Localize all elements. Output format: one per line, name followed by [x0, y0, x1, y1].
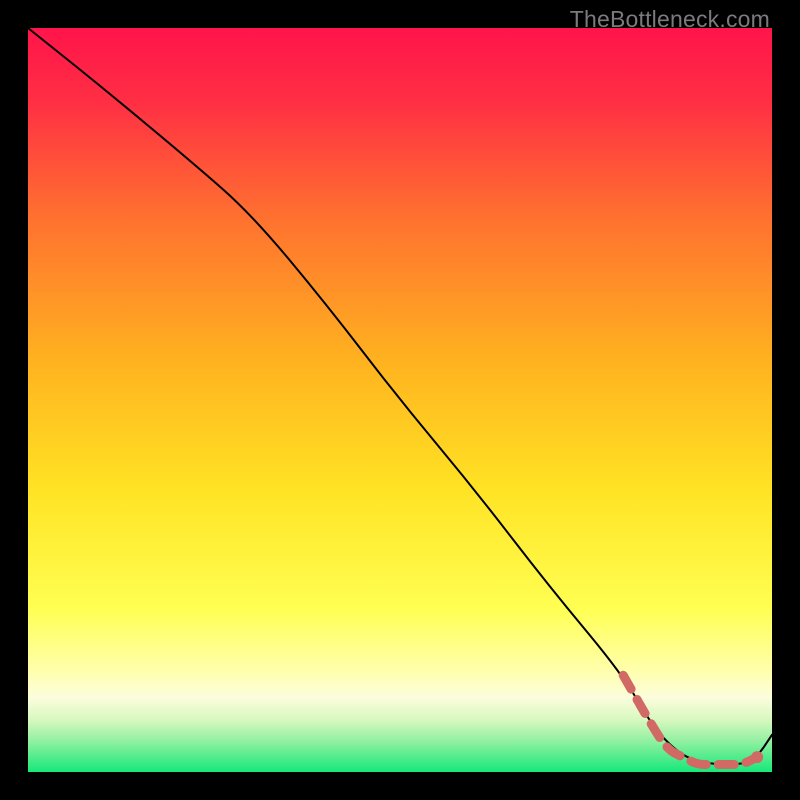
chart-plot — [0, 0, 800, 800]
chart-frame: TheBottleneck.com — [0, 0, 800, 800]
overlay-end-dot — [751, 751, 763, 763]
